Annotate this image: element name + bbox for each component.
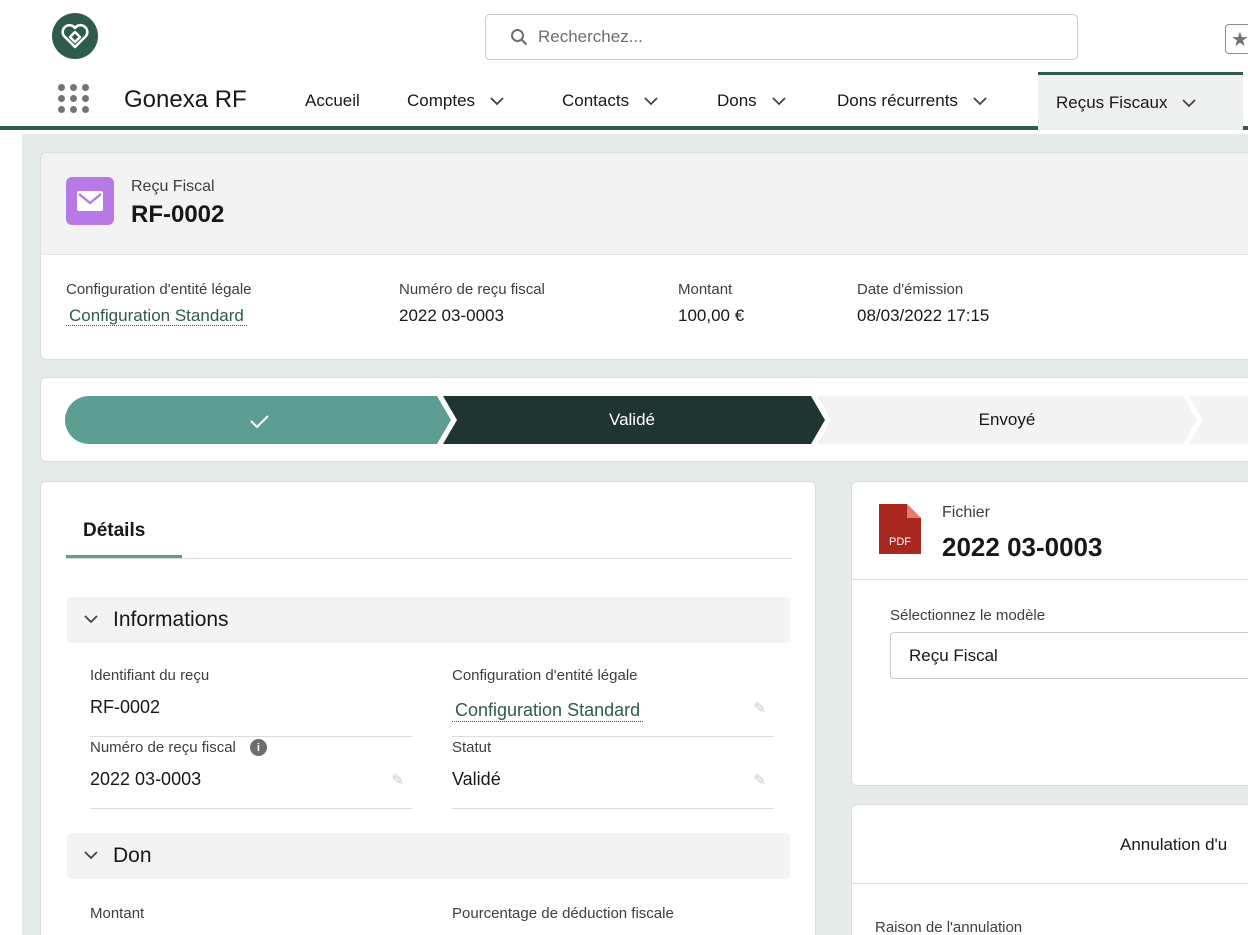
legal-config-link[interactable]: Configuration Standard [66, 306, 247, 326]
nav-item-label: Reçus Fiscaux [1056, 92, 1168, 112]
field-receipt-id: Identifiant du reçu RF-0002 [90, 667, 412, 737]
search-placeholder: Recherchez... [538, 27, 643, 46]
field-label: Montant [90, 905, 145, 922]
file-header: PDF Fichier 2022 03-0003 [852, 482, 1248, 580]
cancellation-card: Annulation d'u Raison de l'annulation [851, 804, 1248, 935]
field-label: Pourcentage de déduction fiscale [452, 905, 674, 922]
nav-item-contacts[interactable]: Contacts [562, 72, 659, 130]
details-card: Détails Informations Identifiant du reçu… [40, 481, 816, 935]
template-label: Sélectionnez le modèle [890, 607, 1046, 624]
chevron-down-icon [83, 611, 99, 629]
path-step-validated[interactable]: Validé [443, 396, 825, 444]
highlight-label: Configuration d'entité légale [66, 281, 252, 298]
search-icon [511, 29, 527, 45]
navigation-bar: Gonexa RF Accueil Comptes Contacts Dons … [0, 72, 1248, 130]
pencil-icon[interactable]: ✎ [753, 771, 766, 789]
top-header: Recherchez... ★ [0, 0, 1248, 72]
heart-logo-icon [61, 23, 89, 49]
app-name: Gonexa RF [124, 86, 247, 113]
chevron-down-icon[interactable] [771, 93, 787, 109]
cancellation-title: Annulation d'u [1120, 835, 1228, 854]
nav-item-recus-fiscaux[interactable]: Reçus Fiscaux [1038, 72, 1243, 130]
record-header: Reçu Fiscal RF-0002 Configuration d'enti… [40, 152, 1248, 360]
chevron-down-icon[interactable] [489, 93, 505, 109]
highlight-value: 100,00 € [678, 306, 745, 325]
legal-config-link[interactable]: Configuration Standard [452, 700, 644, 722]
pdf-icon: PDF [879, 504, 921, 554]
field-value: 2022 03-0003 [90, 769, 202, 789]
field-amount: Montant [90, 905, 412, 935]
chevron-down-icon [83, 847, 99, 865]
app-logo[interactable] [52, 13, 98, 59]
nav-item-comptes[interactable]: Comptes [407, 72, 505, 130]
template-select[interactable]: Reçu Fiscal [890, 632, 1248, 679]
path-step-sent[interactable]: Envoyé [817, 396, 1197, 444]
envelope-icon [66, 177, 114, 225]
field-value: RF-0002 [90, 697, 161, 717]
nav-item-label: Dons récurrents [837, 91, 958, 110]
pencil-icon[interactable]: ✎ [753, 699, 766, 717]
path-step-label: Envoyé [979, 410, 1036, 429]
highlight-issue-date: Date d'émission 08/03/2022 17:15 [857, 281, 989, 326]
file-card: PDF Fichier 2022 03-0003 Sélectionnez le… [851, 481, 1248, 786]
cancellation-divider [852, 883, 1248, 884]
info-icon[interactable]: i [249, 739, 267, 756]
section-don[interactable]: Don [67, 833, 790, 879]
field-label: Identifiant du reçu [90, 667, 210, 684]
file-name: 2022 03-0003 [942, 532, 1103, 562]
field-label-text: Numéro de reçu fiscal [90, 739, 236, 756]
record-header-top: Reçu Fiscal RF-0002 [41, 153, 1248, 255]
chevron-down-icon[interactable] [972, 93, 988, 109]
status-path: Validé Envoyé [40, 377, 1248, 462]
record-type: Reçu Fiscal [131, 178, 215, 195]
nav-item-accueil[interactable]: Accueil [305, 72, 360, 130]
star-icon: ★ [1231, 28, 1248, 51]
highlight-legal-config: Configuration d'entité légale Configurat… [66, 281, 252, 326]
svg-text:PDF: PDF [889, 536, 911, 548]
section-title: Informations [113, 608, 229, 631]
file-type: Fichier [942, 504, 991, 521]
chevron-down-icon[interactable] [643, 93, 659, 109]
record-title: RF-0002 [131, 201, 225, 228]
field-label: Configuration d'entité légale [452, 667, 638, 684]
field-tax-number: Numéro de reçu fiscal i 2022 03-0003 ✎ [90, 739, 412, 809]
chevron-down-icon[interactable] [1181, 95, 1197, 111]
field-legal-config: Configuration d'entité légale Configurat… [452, 667, 774, 737]
search-input[interactable]: Recherchez... [485, 14, 1078, 60]
template-selected-value: Reçu Fiscal [909, 645, 998, 665]
highlight-label: Date d'émission [857, 281, 964, 298]
nav-item-label: Accueil [305, 91, 360, 110]
highlight-value: 2022 03-0003 [399, 306, 504, 325]
highlight-label: Montant [678, 281, 733, 298]
section-title: Don [113, 844, 152, 867]
cancellation-reason-label: Raison de l'annulation [875, 919, 1023, 935]
highlight-value: 08/03/2022 17:15 [857, 306, 990, 325]
highlight-label: Numéro de reçu fiscal [399, 281, 545, 298]
field-status: Statut Validé ✎ [452, 739, 774, 809]
path-step-next[interactable] [1189, 396, 1248, 444]
field-deduction: Pourcentage de déduction fiscale [452, 905, 774, 935]
highlight-receipt-number: Numéro de reçu fiscal 2022 03-0003 [399, 281, 545, 326]
nav-item-label: Comptes [407, 91, 476, 110]
path-step-complete[interactable] [65, 396, 451, 444]
pencil-icon[interactable]: ✎ [391, 771, 404, 789]
app-launcher-icon[interactable] [58, 82, 90, 114]
section-informations[interactable]: Informations [67, 597, 790, 643]
field-label: Statut [452, 739, 492, 756]
path-step-label: Validé [609, 410, 655, 429]
nav-item-label: Dons [717, 91, 757, 110]
nav-item-label: Contacts [562, 91, 630, 110]
field-label: Numéro de reçu fiscal i [90, 739, 267, 756]
tab-divider [66, 558, 792, 559]
nav-item-dons[interactable]: Dons [717, 72, 787, 130]
field-value: Validé [452, 769, 501, 789]
nav-item-dons-recurrents[interactable]: Dons récurrents [837, 72, 988, 130]
favorites-button[interactable]: ★ [1225, 24, 1248, 54]
path-steps: Validé Envoyé [65, 396, 1248, 444]
tab-details[interactable]: Détails [83, 520, 145, 542]
highlight-amount: Montant 100,00 € [678, 281, 744, 326]
